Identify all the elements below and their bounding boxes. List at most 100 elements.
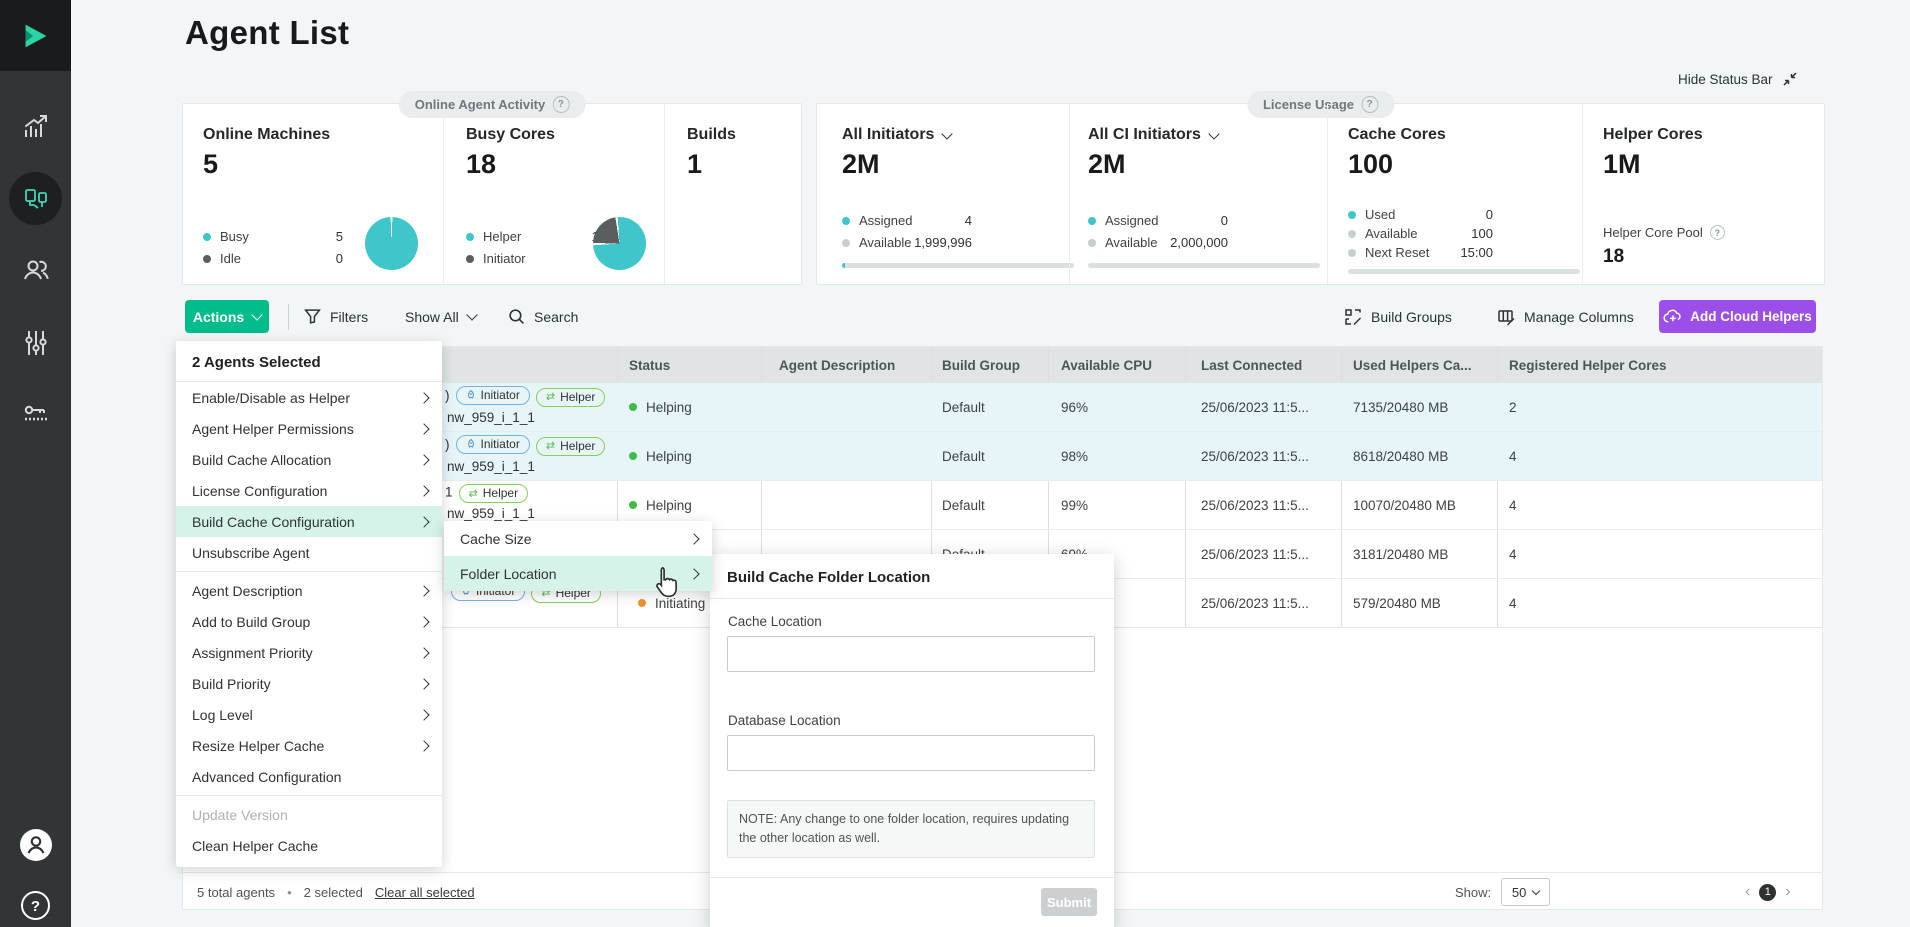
helper-badge: ⇄Helper xyxy=(459,484,529,503)
stat-value: 2M xyxy=(842,149,1069,180)
license-key-icon[interactable] xyxy=(0,398,71,430)
menu-item-build-cache-configuration[interactable]: Build Cache Configuration xyxy=(176,506,442,537)
incredibuild-logo[interactable] xyxy=(0,0,71,71)
chevron-right-icon xyxy=(418,647,429,658)
menu-item-build-cache-allocation[interactable]: Build Cache Allocation xyxy=(176,444,442,475)
column-header-agent-description[interactable]: Agent Description xyxy=(779,347,895,383)
online-agent-activity-card: Online Agent Activity ? Online Machines … xyxy=(182,103,802,285)
chevron-right-icon xyxy=(418,423,429,434)
build-groups-button[interactable]: Build Groups xyxy=(1344,300,1452,333)
menu-item-license-configuration[interactable]: License Configuration xyxy=(176,475,442,506)
menu-item-log-level[interactable]: Log Level xyxy=(176,699,442,730)
all-ci-initiators-selector[interactable]: All CI Initiators xyxy=(1088,126,1327,144)
chevron-right-icon xyxy=(688,533,699,544)
pagination-next-icon[interactable]: › xyxy=(1785,884,1790,900)
column-header-status[interactable]: Status xyxy=(629,347,670,383)
stat-online-machines: Online Machines 5 Busy5 Idle0 xyxy=(183,104,443,284)
current-page-badge[interactable]: 1 xyxy=(1759,884,1776,901)
submenu-item-cache-size[interactable]: Cache Size xyxy=(444,521,712,556)
bullet: • xyxy=(287,885,292,900)
chevron-down-icon xyxy=(1208,128,1219,139)
chevron-right-icon xyxy=(418,392,429,403)
busy-cores-pie-chart xyxy=(593,217,646,270)
database-location-input[interactable] xyxy=(727,735,1095,771)
menu-item-clean-helper-cache[interactable]: Clean Helper Cache xyxy=(176,830,442,861)
show-all-dropdown[interactable]: Show All xyxy=(405,300,476,333)
initiator-badge: Initiator xyxy=(456,386,530,405)
chevron-right-icon xyxy=(418,516,429,527)
menu-item-advanced-configuration[interactable]: Advanced Configuration xyxy=(176,761,442,792)
column-header-build-group[interactable]: Build Group xyxy=(942,347,1020,383)
submit-button[interactable]: Submit xyxy=(1041,888,1097,916)
build-cache-folder-location-dialog: Build Cache Folder Location Cache Locati… xyxy=(710,554,1114,927)
legend-row: Next Reset15:00 xyxy=(1348,245,1493,260)
agent-name-clipped: 1 xyxy=(445,485,453,500)
actions-menu: 2 Agents Selected Enable/Disable as Help… xyxy=(176,341,442,867)
chevron-right-icon xyxy=(418,709,429,720)
all-initiators-selector[interactable]: All Initiators xyxy=(842,126,1069,144)
cloud-plus-icon xyxy=(1663,309,1682,324)
column-header-used-helpers[interactable]: Used Helpers Ca... xyxy=(1353,347,1472,383)
stat-all-ci-initiators: All CI Initiators 2M Assigned0 Available… xyxy=(1069,104,1327,284)
stat-all-initiators: All Initiators 2M Assigned4 Available1,9… xyxy=(817,104,1069,284)
rocket-icon xyxy=(466,439,476,449)
filter-icon xyxy=(304,308,321,325)
sidebar: ? xyxy=(0,0,71,927)
menu-item-agent-helper-permissions[interactable]: Agent Helper Permissions xyxy=(176,413,442,444)
stat-helper-cores: Helper Cores 1M Helper Core Pool ? 18 xyxy=(1582,104,1824,284)
all-initiators-usage-bar xyxy=(842,263,1074,268)
selected-count-label: 2 selected xyxy=(304,885,363,900)
legend-row: Helper14 xyxy=(466,229,606,244)
menu-item-assignment-priority[interactable]: Assignment Priority xyxy=(176,637,442,668)
menu-divider xyxy=(176,795,442,796)
helper-dot xyxy=(466,233,474,241)
page-size-select[interactable]: 50 xyxy=(1501,878,1550,906)
analytics-icon[interactable] xyxy=(0,112,71,142)
chevron-right-icon xyxy=(418,454,429,465)
users-icon[interactable] xyxy=(0,255,71,285)
build-groups-icon xyxy=(1344,308,1362,326)
chevron-right-icon xyxy=(688,568,699,579)
menu-item-agent-description[interactable]: Agent Description xyxy=(176,575,442,606)
license-usage-card: License Usage ? All Initiators 2M Assign… xyxy=(816,103,1825,285)
helper-badge: ⇄Helper xyxy=(536,388,606,407)
search-button[interactable]: Search xyxy=(508,300,578,333)
menu-item-add-to-build-group[interactable]: Add to Build Group xyxy=(176,606,442,637)
chevron-right-icon xyxy=(418,678,429,689)
manage-columns-button[interactable]: Manage Columns xyxy=(1497,300,1634,333)
column-header-registered-helper-cores[interactable]: Registered Helper Cores xyxy=(1509,347,1667,383)
status-dot xyxy=(638,599,646,607)
actions-button[interactable]: Actions xyxy=(185,300,269,333)
menu-item-build-priority[interactable]: Build Priority xyxy=(176,668,442,699)
stat-value: 1 xyxy=(687,149,801,180)
avatar-icon[interactable] xyxy=(0,828,71,862)
hide-status-bar-button[interactable]: Hide Status Bar xyxy=(1678,71,1798,87)
menu-item-resize-helper-cache[interactable]: Resize Helper Cache xyxy=(176,730,442,761)
info-icon[interactable]: ? xyxy=(1710,225,1725,240)
status-value: Helping xyxy=(646,449,692,464)
agent-name: nw_959_i_1_1 xyxy=(447,459,605,474)
stat-title: Cache Cores xyxy=(1348,126,1582,144)
filters-label: Filters xyxy=(330,309,368,325)
pagination-prev-icon[interactable]: ‹ xyxy=(1745,884,1750,900)
stat-cache-cores: Cache Cores 100 Used0 Available100 Next … xyxy=(1327,104,1582,284)
help-icon[interactable]: ? xyxy=(0,890,71,921)
column-header-available-cpu[interactable]: Available CPU xyxy=(1061,347,1152,383)
add-cloud-helpers-button[interactable]: Add Cloud Helpers xyxy=(1659,300,1816,333)
helper-core-pool-value: 18 xyxy=(1603,246,1624,268)
column-header-last-connected[interactable]: Last Connected xyxy=(1201,347,1302,383)
chevron-down-icon xyxy=(942,128,953,139)
settings-sliders-icon[interactable] xyxy=(0,328,71,358)
menu-item-unsubscribe-agent[interactable]: Unsubscribe Agent xyxy=(176,537,442,568)
menu-divider xyxy=(176,571,442,572)
agents-icon-active[interactable] xyxy=(9,172,62,225)
clear-all-selected-link[interactable]: Clear all selected xyxy=(375,885,475,900)
status-dot xyxy=(629,501,637,509)
stat-value: 100 xyxy=(1348,149,1582,180)
initiator-badge: Initiator xyxy=(456,435,530,454)
filters-button[interactable]: Filters xyxy=(304,300,368,333)
chevron-right-icon xyxy=(418,585,429,596)
menu-item-enable-disable-as-helper[interactable]: Enable/Disable as Helper xyxy=(176,382,442,413)
actions-menu-header: 2 Agents Selected xyxy=(176,341,442,382)
cache-location-input[interactable] xyxy=(727,636,1095,672)
